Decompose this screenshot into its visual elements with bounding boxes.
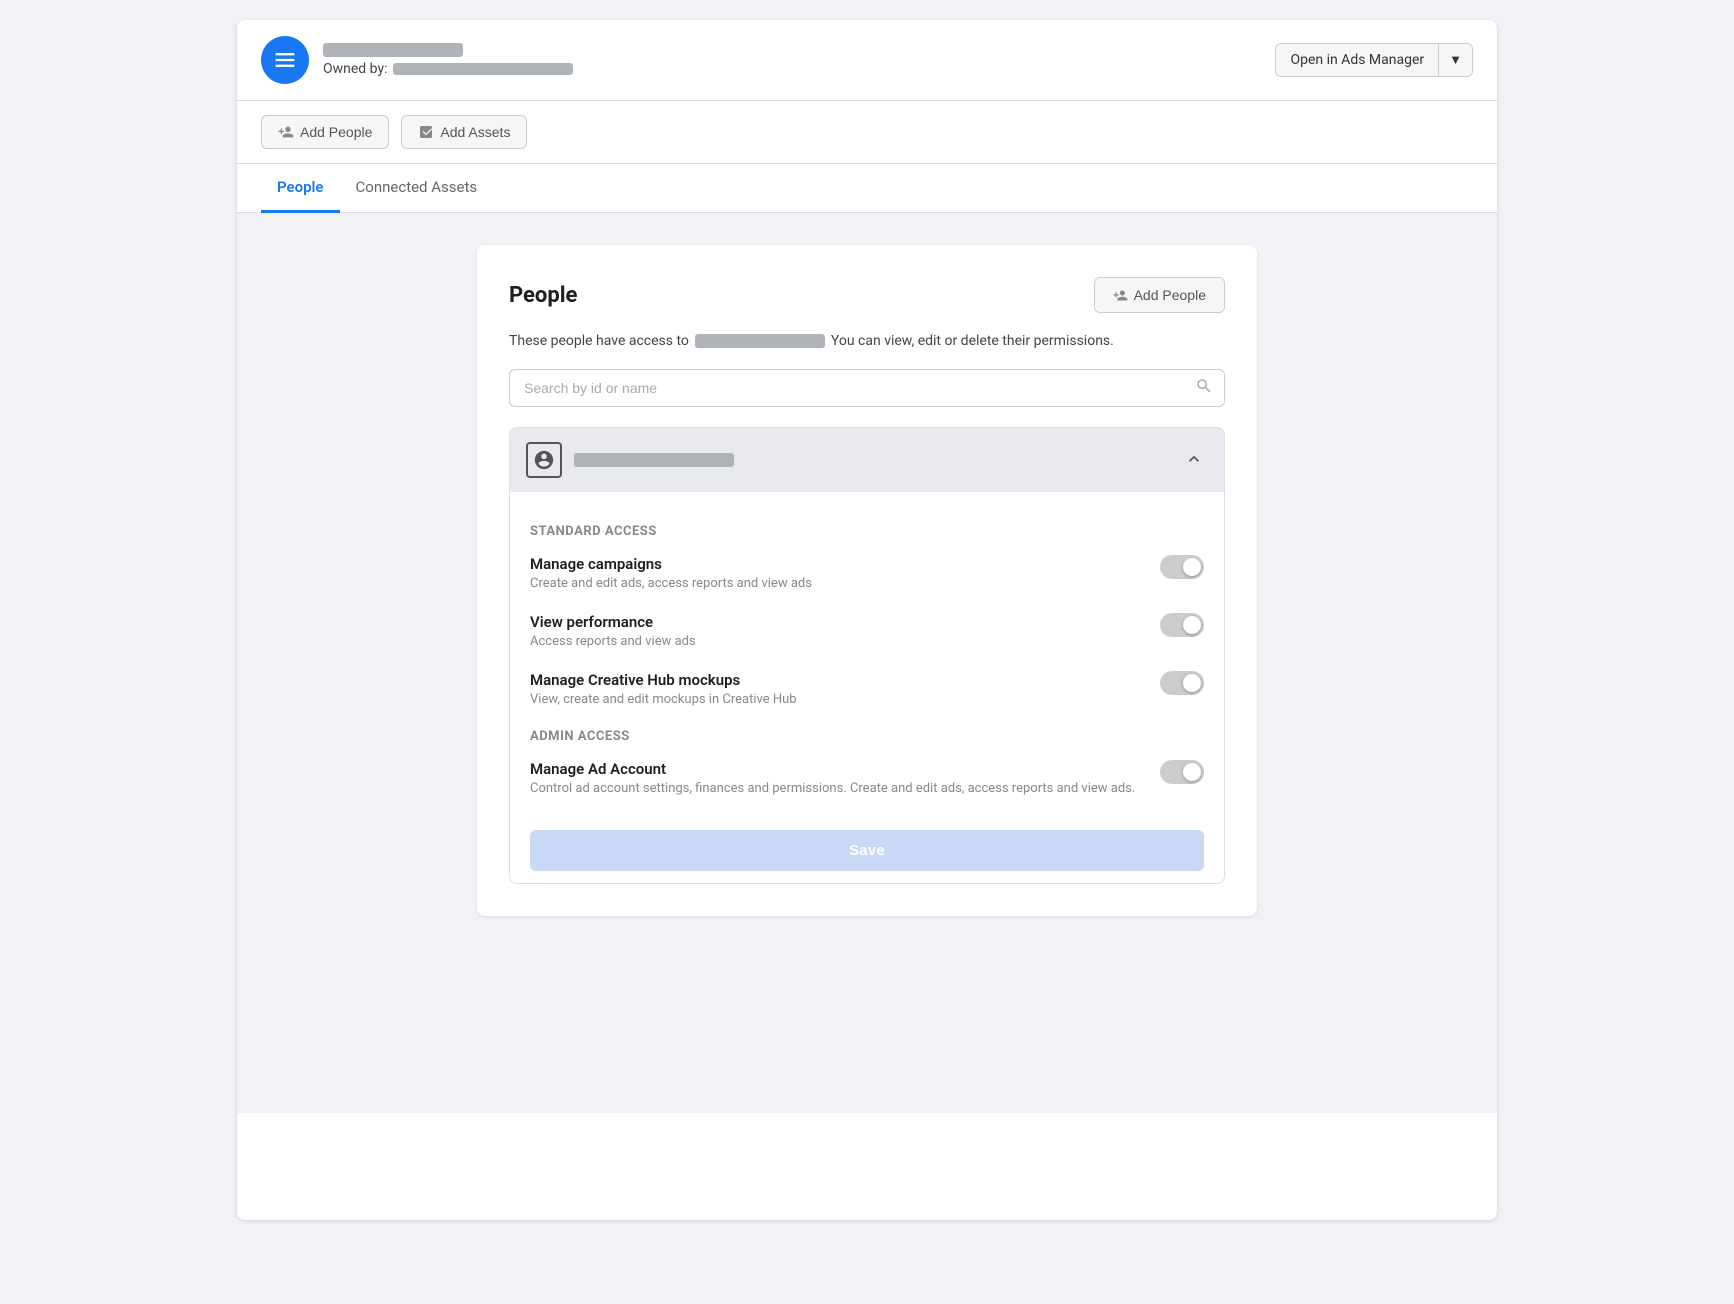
creative-hub-title: Manage Creative Hub mockups: [530, 671, 1144, 689]
manage-ad-account-desc: Control ad account settings, finances an…: [530, 781, 1144, 796]
account-name-bar: [323, 43, 463, 57]
brand-avatar: [261, 36, 309, 84]
open-ads-manager-button[interactable]: Open in Ads Manager ▼: [1275, 43, 1473, 77]
permission-row-manage-ad-account: Manage Ad Account Control ad account set…: [530, 760, 1204, 796]
person-avatar-icon: [533, 449, 555, 471]
owned-by-value: [393, 63, 573, 75]
add-person-section-icon: [1113, 288, 1128, 303]
save-button-wrap: Save: [530, 818, 1204, 883]
person-avatar: [526, 442, 562, 478]
section-header: People Add People: [509, 277, 1225, 313]
toolbar: Add People Add Assets: [237, 101, 1497, 164]
toggle-track: [1160, 555, 1204, 579]
creative-hub-desc: View, create and edit mockups in Creativ…: [530, 692, 1144, 707]
person-name-bar: [574, 453, 734, 467]
brand-icon: [271, 46, 299, 74]
owned-by-label: Owned by:: [323, 61, 387, 77]
search-input[interactable]: [509, 369, 1225, 407]
page-wrapper: Owned by: Open in Ads Manager ▼ Add Peop…: [237, 20, 1497, 1220]
main-content: People Add People These people have acce…: [237, 213, 1497, 1113]
permission-row-view-performance: View performance Access reports and view…: [530, 613, 1204, 649]
permission-info-view-performance: View performance Access reports and view…: [530, 613, 1144, 649]
permission-info-manage-ad-account: Manage Ad Account Control ad account set…: [530, 760, 1144, 796]
toggle-thumb: [1183, 674, 1201, 692]
add-person-icon: [278, 124, 294, 140]
permission-info-manage-campaigns: Manage campaigns Create and edit ads, ac…: [530, 555, 1144, 591]
header-left: Owned by:: [261, 36, 573, 84]
add-assets-toolbar-button[interactable]: Add Assets: [401, 115, 527, 149]
manage-campaigns-toggle[interactable]: [1160, 555, 1204, 579]
admin-access-label: Admin Access: [530, 729, 1204, 744]
description-after: You can view, edit or delete their permi…: [831, 333, 1114, 349]
view-performance-desc: Access reports and view ads: [530, 634, 1144, 649]
toggle-thumb: [1183, 558, 1201, 576]
section-title: People: [509, 283, 577, 308]
toggle-track: [1160, 613, 1204, 637]
person-card-header: [510, 428, 1224, 492]
view-performance-title: View performance: [530, 613, 1144, 631]
add-people-section-button[interactable]: Add People: [1094, 277, 1225, 313]
person-card-left: [526, 442, 734, 478]
permission-info-creative-hub: Manage Creative Hub mockups View, create…: [530, 671, 1144, 707]
tab-people[interactable]: People: [261, 164, 340, 213]
view-performance-toggle[interactable]: [1160, 613, 1204, 637]
creative-hub-toggle[interactable]: [1160, 671, 1204, 695]
add-people-label: Add People: [300, 124, 372, 140]
toggle-track: [1160, 671, 1204, 695]
description-before: These people have access to: [509, 333, 689, 349]
save-button[interactable]: Save: [530, 830, 1204, 871]
permissions-panel: Standard Access Manage campaigns Create …: [510, 492, 1224, 883]
content-card: People Add People These people have acce…: [477, 245, 1257, 916]
search-wrapper: [509, 369, 1225, 407]
toggle-track: [1160, 760, 1204, 784]
add-assets-label: Add Assets: [440, 124, 510, 140]
manage-campaigns-title: Manage campaigns: [530, 555, 1144, 573]
tabs-bar: People Connected Assets: [237, 164, 1497, 213]
manage-ad-account-title: Manage Ad Account: [530, 760, 1144, 778]
permission-row-manage-campaigns: Manage campaigns Create and edit ads, ac…: [530, 555, 1204, 591]
add-people-section-label: Add People: [1134, 287, 1206, 303]
header-text: Owned by:: [323, 43, 573, 77]
permission-row-creative-hub: Manage Creative Hub mockups View, create…: [530, 671, 1204, 707]
tab-connected-assets[interactable]: Connected Assets: [340, 164, 494, 213]
chevron-up-icon: [1184, 449, 1204, 469]
open-ads-manager-arrow-icon: ▼: [1439, 44, 1472, 76]
standard-access-label: Standard Access: [530, 524, 1204, 539]
owned-by-row: Owned by:: [323, 61, 573, 77]
add-assets-icon: [418, 124, 434, 140]
manage-campaigns-desc: Create and edit ads, access reports and …: [530, 576, 1144, 591]
add-people-toolbar-button[interactable]: Add People: [261, 115, 389, 149]
description-row: These people have access to You can view…: [509, 333, 1225, 349]
open-ads-manager-label: Open in Ads Manager: [1276, 44, 1439, 76]
toggle-thumb: [1183, 763, 1201, 781]
header: Owned by: Open in Ads Manager ▼: [237, 20, 1497, 101]
header-right: Open in Ads Manager ▼: [1275, 43, 1473, 77]
collapse-button[interactable]: [1180, 445, 1208, 476]
manage-ad-account-toggle[interactable]: [1160, 760, 1204, 784]
toggle-thumb: [1183, 616, 1201, 634]
person-card: Standard Access Manage campaigns Create …: [509, 427, 1225, 884]
description-redacted: [695, 334, 825, 348]
